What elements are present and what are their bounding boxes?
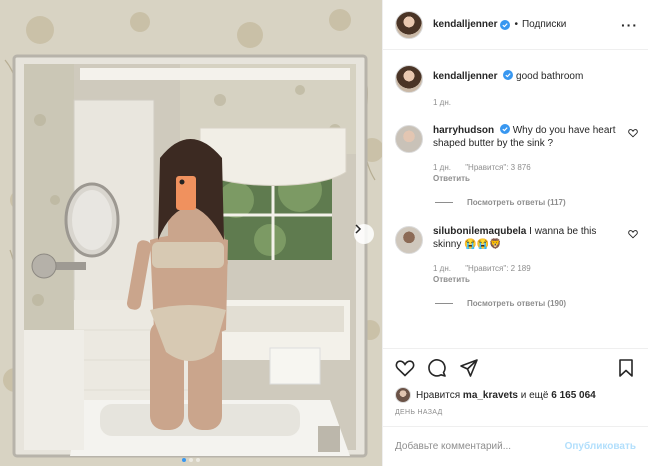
more-options-icon[interactable]: ··· [621,17,638,33]
likes-suffix: и ещё [520,389,549,401]
comment-input[interactable] [395,441,565,452]
caption-text: good bathroom [516,71,584,82]
likes-count[interactable]: 6 165 064 [551,390,596,401]
caption-avatar[interactable] [395,65,423,93]
post-timestamp[interactable]: ДЕНЬ НАЗАД [395,409,636,416]
likes-summary: Нравится ma_kravets и ещё 6 165 064 [395,387,636,403]
carousel-dot [196,458,200,462]
replies-divider [435,202,453,203]
chevron-right-icon [355,224,362,234]
view-replies-button[interactable]: Посмотреть ответы (117) [435,198,638,207]
post-actions: Нравится ma_kravets и ещё 6 165 064 ДЕНЬ… [383,348,648,416]
bookmark-icon[interactable] [616,358,636,378]
bathroom-mirror-selfie-image [0,0,382,466]
comment-time[interactable]: 1 дн. [433,163,451,172]
comment-time[interactable]: 1 дн. [433,264,451,273]
caption: kendalljenner good bathroom 1 дн. [395,64,638,108]
view-replies-button[interactable]: Посмотреть ответы (190) [435,299,638,308]
comment-icon[interactable] [427,358,447,378]
like-heart-icon[interactable] [395,358,415,378]
comment-item: silubonilemaqubela I wanna be this skinn… [395,225,638,285]
caption-username[interactable]: kendalljenner [433,71,497,82]
carousel-dot [189,458,193,462]
verified-badge-icon [503,70,514,80]
following-button[interactable]: Подписки [522,19,566,30]
heart-icon[interactable] [628,229,638,239]
publish-button[interactable]: Опубликовать [565,441,636,452]
liker-username[interactable]: ma_kravets [463,390,518,401]
liker-avatar[interactable] [395,387,411,403]
likes-prefix: Нравится [416,389,461,401]
comment-username[interactable]: silubonilemaqubela [433,226,526,237]
commenter-avatar[interactable] [395,226,423,254]
commenter-avatar[interactable] [395,125,423,153]
comment-like-count[interactable]: "Нравится": 2 189 [465,264,530,273]
verified-badge-icon [499,124,510,134]
post-photo[interactable] [0,0,382,466]
instagram-post: kendalljenner • Подписки ··· kendalljenn… [0,0,648,466]
comment-item: harryhudson Why do you have heart shaped… [395,124,638,184]
post-side-panel: kendalljenner • Подписки ··· kendalljenn… [382,0,648,466]
header-separator: • [514,19,518,30]
verified-badge-icon [500,19,511,30]
author-username[interactable]: kendalljenner [433,19,497,30]
carousel-indicator [0,458,382,462]
comment-like-count[interactable]: "Нравится": 3 876 [465,163,530,172]
comment-username[interactable]: harryhudson [433,125,494,136]
view-replies-label: Посмотреть ответы (117) [467,198,566,207]
comment-composer: Опубликовать [383,426,648,466]
author-avatar[interactable] [395,10,423,39]
post-header: kendalljenner • Подписки ··· [383,0,648,50]
next-slide-button[interactable] [354,224,374,244]
carousel-dot [182,458,186,462]
reply-button[interactable]: Ответить [433,173,608,184]
caption-time[interactable]: 1 дн. [433,98,451,107]
heart-icon[interactable] [628,128,638,138]
comments-list: kendalljenner good bathroom 1 дн. harryh… [383,50,648,348]
replies-divider [435,303,453,304]
share-send-icon[interactable] [459,358,479,378]
reply-button[interactable]: Ответить [433,274,608,285]
view-replies-label: Посмотреть ответы (190) [467,299,567,308]
